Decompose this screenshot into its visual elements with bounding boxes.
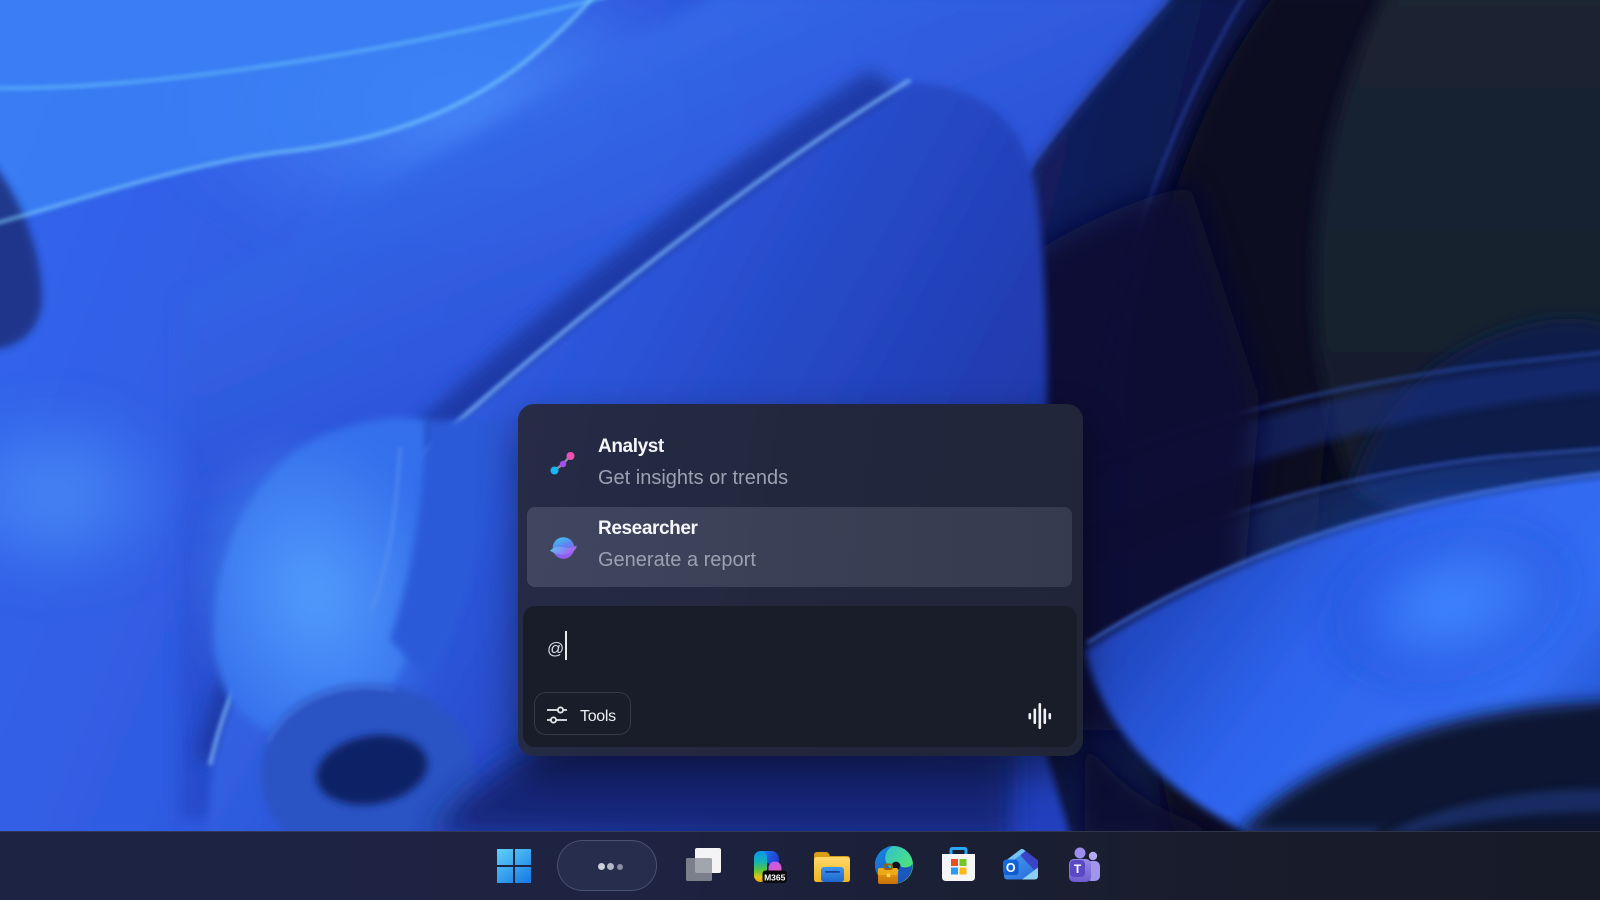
svg-text:T: T — [1074, 862, 1082, 876]
svg-text:O: O — [1006, 861, 1016, 875]
svg-text:M365: M365 — [764, 873, 786, 883]
